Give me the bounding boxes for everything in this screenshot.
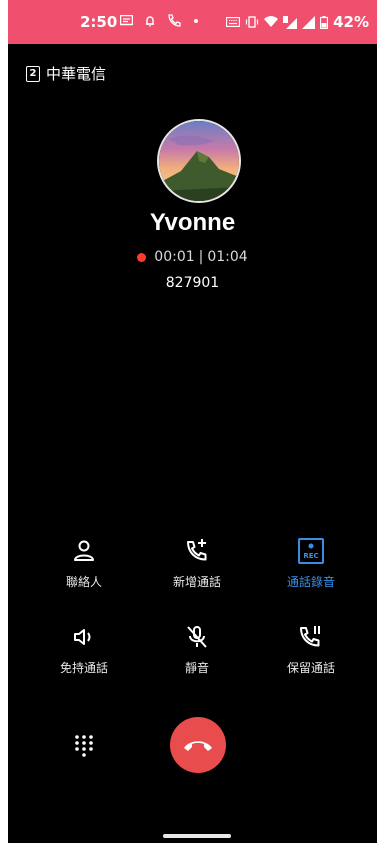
battery-percent: 42% [333,13,369,31]
add-call-button[interactable]: 新增通話 [147,537,247,590]
mute-label: 靜音 [184,661,209,675]
home-indicator[interactable] [163,834,231,838]
status-bar: 2:50 42% [8,0,377,44]
add-call-icon [187,539,207,561]
keyboard-icon [226,17,241,27]
speaker-icon [74,629,91,645]
signal-4g-icon [283,15,298,29]
bell-icon [146,15,154,26]
hold-label: 保留通話 [286,661,335,675]
mic-off-icon [187,626,207,648]
carrier-label: 2 中華電信 [26,63,106,84]
record-time: 00:01 [154,249,195,265]
hang-up-icon [184,741,212,751]
call-time: 01:04 [207,249,248,265]
call-duration: 00:01 | 01:04 [8,249,377,265]
notification-icons [120,14,199,27]
end-call-button[interactable] [170,717,226,773]
sim-slot-icon: 2 [26,65,40,82]
contacts-label: 聯絡人 [65,575,102,589]
record-icon: REC [298,538,324,564]
person-icon [74,540,94,561]
add-call-label: 新增通話 [172,575,221,589]
call-icon [168,14,181,27]
hold-call-icon [300,626,320,647]
recording-dot-icon [137,252,147,262]
speaker-label: 免持通話 [59,661,108,675]
caller-name: Yvonne [149,209,236,236]
caller-avatar [157,119,241,203]
contacts-button[interactable]: 聯絡人 [34,537,134,590]
time-separator: | [198,249,204,265]
wifi-icon [264,16,279,27]
dot-icon [194,18,198,23]
record-label: 通話錄音 [286,575,335,589]
system-icons: 42% [226,13,369,31]
signal-icon [302,15,316,29]
dialpad-icon[interactable] [72,733,96,757]
vibrate-icon [245,16,259,28]
speaker-button[interactable]: 免持通話 [34,623,134,676]
landscape-photo [159,121,239,201]
battery-icon [320,15,329,29]
record-call-button[interactable]: REC 通話錄音 [261,537,361,590]
carrier-name: 中華電信 [46,65,107,83]
call-screen: 2:50 42% 2 中華電信 Yvonne 00:01 | 01:04 827… [8,0,377,843]
status-time: 2:50 [80,13,118,31]
hold-button[interactable]: 保留通話 [261,623,361,676]
message-icon [120,14,133,25]
mute-button[interactable]: 靜音 [147,623,247,676]
rec-badge-text: REC [303,552,318,560]
caller-number: 827901 [165,275,220,291]
